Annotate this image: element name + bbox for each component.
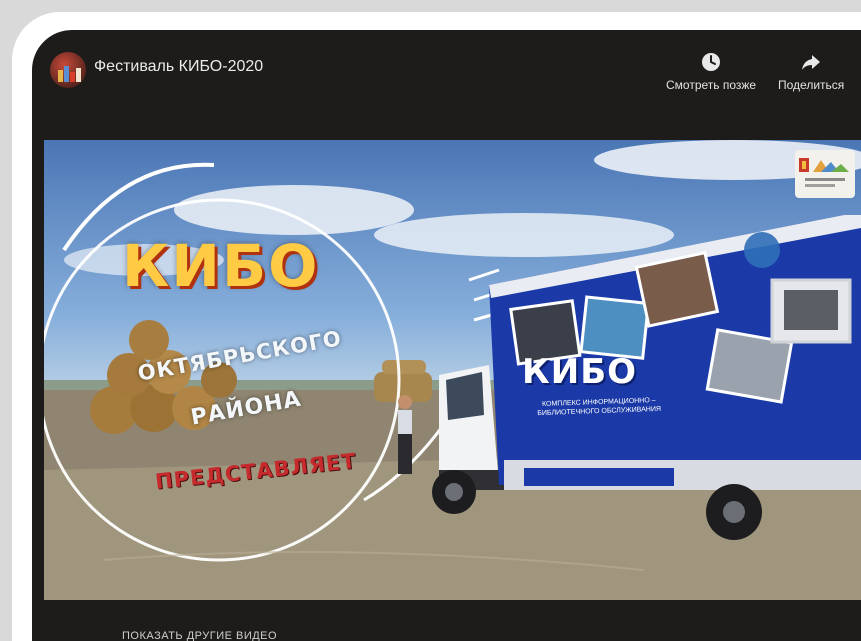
channel-avatar[interactable] [50, 52, 86, 88]
photo-frame: Фестиваль КИБО-2020 Смотреть позже Подел… [12, 12, 861, 641]
truck-brand: КИБО [522, 352, 638, 392]
player-top-bar: Фестиваль КИБО-2020 Смотреть позже Подел… [32, 30, 861, 130]
share-button[interactable]: Поделиться [778, 52, 844, 92]
channel-logo [795, 150, 855, 198]
library-logo-icon [799, 158, 849, 187]
share-arrow-icon [802, 55, 821, 70]
video-frame[interactable]: КИБО ОКТЯБРЬСКОГО РАЙОНА ПРЕДСТАВЛЯЕТ КИ… [44, 140, 861, 600]
watch-later-label: Смотреть позже [666, 78, 757, 92]
clock-icon [702, 53, 721, 71]
watch-later-button[interactable]: Смотреть позже [666, 52, 756, 92]
share-label: Поделиться [778, 78, 845, 92]
video-title[interactable]: Фестиваль КИБО-2020 [94, 58, 263, 76]
video-player[interactable]: Фестиваль КИБО-2020 Смотреть позже Подел… [32, 30, 861, 641]
video-headline: КИБО [122, 232, 320, 300]
more-videos-link[interactable]: ПОКАЗАТЬ ДРУГИЕ ВИДЕО [122, 630, 277, 641]
